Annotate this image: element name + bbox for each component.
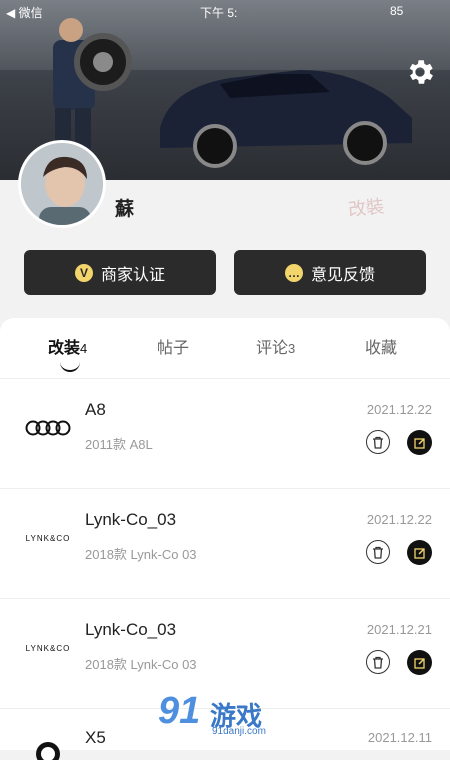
- tab-comments[interactable]: 评论3: [256, 334, 295, 358]
- avatar[interactable]: [18, 140, 106, 228]
- edit-icon[interactable]: [407, 540, 432, 565]
- tab-modifications-label: 改装: [48, 340, 81, 357]
- tab-modifications[interactable]: 改装4: [48, 334, 87, 358]
- item-title: Lynk-Co_03: [85, 620, 177, 639]
- mechanic-illustration: [53, 18, 132, 158]
- tab-comments-label: 评论: [256, 340, 289, 357]
- feedback-button[interactable]: … 意见反馈: [234, 250, 426, 295]
- watermark-logo: 改裝: [347, 196, 386, 221]
- tab-bar: 改装4 帖子 评论3 收藏: [0, 318, 450, 379]
- car-illustration: [160, 70, 412, 168]
- item-subtitle: 2011款 A8L: [85, 437, 153, 452]
- edit-icon[interactable]: [407, 650, 432, 675]
- item-date: 2021.12.22: [366, 402, 432, 417]
- status-battery: 85: [390, 4, 404, 18]
- watermark-91: 91: [158, 690, 201, 732]
- content-panel: 改装4 帖子 评论3 收藏 A8 2011款 A8L 2021.12.22 LY…: [0, 318, 450, 760]
- item-date: 2021.12.11: [367, 730, 432, 745]
- status-back[interactable]: ◀ 微信: [6, 4, 43, 21]
- edit-icon[interactable]: [407, 430, 432, 455]
- trash-icon[interactable]: [366, 540, 390, 564]
- list-item[interactable]: A8 2011款 A8L 2021.12.22: [0, 378, 450, 489]
- tab-indicator: [60, 362, 80, 372]
- status-bar: ◀ 微信 下午 5: 85: [0, 0, 450, 24]
- v-badge-icon: V: [74, 263, 93, 282]
- tab-favorites[interactable]: 收藏: [365, 334, 397, 358]
- bmw-logo-icon: [36, 742, 60, 760]
- feedback-label: 意见反馈: [310, 266, 375, 284]
- site-watermark: 91 游戏 91danji.com: [158, 690, 298, 740]
- merchant-verify-label: 商家认证: [100, 266, 165, 284]
- tab-modifications-count: 4: [80, 341, 88, 356]
- trash-icon[interactable]: [366, 650, 390, 674]
- item-title: A8: [85, 400, 106, 419]
- trash-icon[interactable]: [366, 430, 390, 454]
- tab-posts-label: 帖子: [157, 340, 190, 357]
- list-item[interactable]: LYNK&CO Lynk-Co_03 2018款 Lynk-Co 03 2021…: [0, 488, 450, 599]
- status-time: 下午 5:: [200, 6, 238, 20]
- item-date: 2021.12.22: [366, 512, 432, 527]
- tab-comments-count: 3: [288, 341, 296, 356]
- audi-logo-icon: [25, 420, 71, 436]
- username: 蘇: [115, 199, 135, 220]
- watermark-domain: 91danji.com: [212, 726, 266, 737]
- chat-bubble-icon: …: [284, 263, 303, 282]
- item-title: Lynk-Co_03: [85, 510, 177, 529]
- item-date: 2021.12.21: [366, 622, 432, 637]
- item-subtitle: 2018款 Lynk-Co 03: [85, 657, 197, 672]
- tab-posts[interactable]: 帖子: [157, 334, 189, 358]
- merchant-verify-button[interactable]: V 商家认证: [24, 250, 216, 295]
- lynkco-logo-icon: LYNK&CO: [25, 644, 71, 653]
- tab-favorites-label: 收藏: [365, 340, 398, 357]
- item-title: X5: [85, 728, 106, 747]
- item-subtitle: 2018款 Lynk-Co 03: [85, 547, 197, 562]
- gear-icon[interactable]: [404, 56, 436, 88]
- lynkco-logo-icon: LYNK&CO: [25, 534, 71, 543]
